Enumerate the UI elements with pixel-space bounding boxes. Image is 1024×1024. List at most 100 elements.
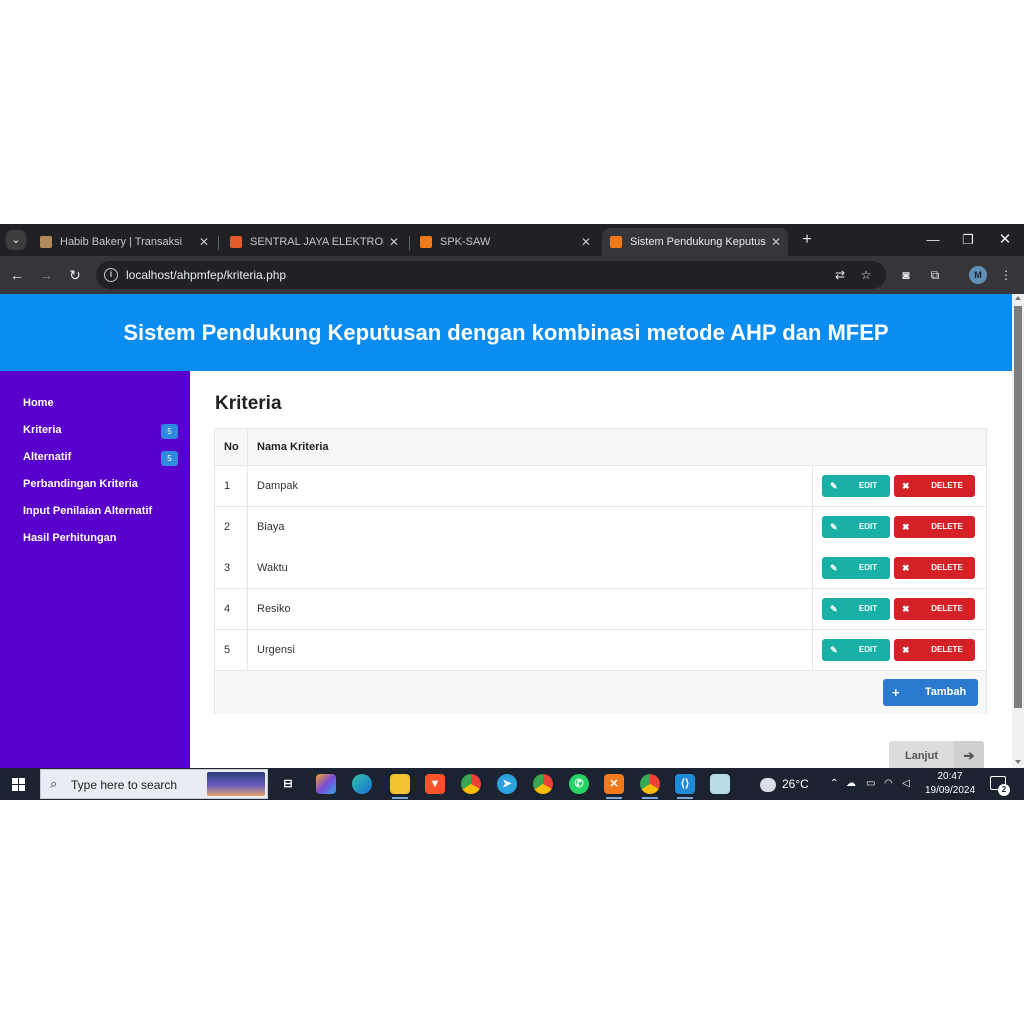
chrome-active-icon[interactable] (640, 774, 660, 794)
camera-icon[interactable]: ◙ (898, 267, 914, 283)
delete-label: DELETE (931, 481, 963, 490)
browser-tab-strip: ⌄ Habib Bakery | Transaksi ✕ SENTRAL JAY… (0, 224, 1024, 256)
weather-widget[interactable]: 26°C (760, 774, 809, 794)
delete-button[interactable]: ✖ DELETE (894, 516, 975, 538)
forward-arrow-icon[interactable]: → (37, 266, 55, 284)
flame-favicon-icon (230, 236, 242, 248)
sidebar-item-kriteria[interactable]: Kriteria (23, 424, 62, 436)
vscode-icon[interactable]: ⟨⟩ (675, 774, 695, 794)
row-nama: Waktu (257, 562, 288, 574)
taskbar-clock[interactable]: 20:47 19/09/2024 (920, 770, 980, 798)
tab-sistem-pendukung-active[interactable]: Sistem Pendukung Keputusan m ✕ (602, 228, 788, 256)
edit-pencil-icon: ✎ (830, 522, 838, 532)
bookmark-star-icon[interactable]: ☆ (858, 267, 874, 283)
telegram-icon[interactable]: ➤ (497, 774, 517, 794)
screen: ⌄ Habib Bakery | Transaksi ✕ SENTRAL JAY… (0, 224, 1024, 800)
onedrive-cloud-icon[interactable]: ☁ (846, 776, 856, 792)
running-indicator (677, 797, 693, 799)
search-icon: ⌕ (50, 776, 58, 791)
whatsapp-icon[interactable]: ✆ (569, 774, 589, 794)
edit-pencil-icon: ✎ (830, 604, 838, 614)
wifi-icon[interactable]: ◠ (884, 776, 893, 792)
table-row: 2 Biaya ✎ EDIT ✖ DELETE (215, 507, 986, 548)
windows-taskbar: ⌕ Type here to search ⊟ ▼ ➤ ✆ ✕ ⟨⟩ 26°C … (0, 768, 1024, 800)
edit-label: EDIT (858, 563, 878, 572)
chrome-icon[interactable] (461, 774, 481, 794)
delete-button[interactable]: ✖ DELETE (894, 598, 975, 620)
tab-close-icon[interactable]: ✕ (388, 228, 400, 256)
lanjut-button[interactable]: Lanjut ➔ (889, 741, 984, 768)
task-view-icon[interactable]: ⊟ (278, 774, 298, 794)
minimize-icon[interactable]: — (923, 230, 943, 250)
row-no: 3 (224, 562, 231, 574)
show-hidden-icons-chevron-icon[interactable]: ⌃ (830, 776, 838, 792)
page-viewport: Sistem Pendukung Keputusan dengan kombin… (0, 294, 1012, 768)
tab-close-icon[interactable]: ✕ (770, 228, 782, 256)
tambah-button[interactable]: + Tambah (883, 679, 978, 706)
sidebar-item-perbandingan-kriteria[interactable]: Perbandingan Kriteria (23, 478, 138, 490)
volume-icon[interactable]: ◁ (902, 776, 910, 792)
xampp-icon[interactable]: ✕ (604, 774, 624, 794)
column-header-no: No (224, 441, 239, 453)
tab-sentral-jaya[interactable]: SENTRAL JAYA ELEKTRONIK | Ho ✕ (222, 228, 406, 256)
tab-label: Sistem Pendukung Keputusan m (630, 236, 766, 248)
edit-button[interactable]: ✎ EDIT (822, 475, 890, 497)
table-row: 5 Urgensi ✎ EDIT ✖ DELETE (215, 630, 986, 671)
profile-avatar[interactable]: M (969, 266, 987, 284)
taskbar-search-box[interactable]: ⌕ Type here to search (40, 769, 268, 799)
sidebar-item-hasil-perhitungan[interactable]: Hasil Perhitungan (23, 532, 117, 544)
chrome-profile-icon[interactable] (533, 774, 553, 794)
edit-button[interactable]: ✎ EDIT (822, 598, 890, 620)
tab-search-chevron-icon[interactable]: ⌄ (6, 230, 26, 250)
address-bar[interactable]: i localhost/ahpmfep/kriteria.php ⇄ ☆ (96, 261, 886, 289)
copilot-icon[interactable] (316, 774, 336, 794)
running-indicator (606, 797, 622, 799)
tab-close-icon[interactable]: ✕ (580, 228, 592, 256)
tab-label: Habib Bakery | Transaksi (60, 236, 183, 248)
scroll-down-arrow-icon[interactable] (1015, 760, 1021, 764)
windows-start-icon[interactable] (12, 778, 26, 792)
tab-spk-saw[interactable]: SPK-SAW ✕ (412, 228, 598, 256)
tab-close-icon[interactable]: ✕ (198, 228, 210, 256)
file-explorer-icon[interactable] (390, 774, 410, 794)
scrollbar-thumb[interactable] (1014, 306, 1022, 708)
row-nama: Resiko (257, 603, 291, 615)
notepad-icon[interactable] (710, 774, 730, 794)
row-no: 5 (224, 644, 231, 656)
edit-pencil-icon: ✎ (830, 481, 838, 491)
edit-pencil-icon: ✎ (830, 645, 838, 655)
delete-label: DELETE (931, 563, 963, 572)
sidebar-item-home[interactable]: Home (23, 397, 54, 409)
row-nama: Urgensi (257, 644, 295, 656)
row-nama: Dampak (257, 480, 298, 492)
brave-icon[interactable]: ▼ (425, 774, 445, 794)
sidebar-item-alternatif[interactable]: Alternatif (23, 451, 71, 463)
back-arrow-icon[interactable]: ← (8, 266, 26, 284)
more-menu-icon[interactable]: ⋮ (998, 267, 1014, 283)
edit-button[interactable]: ✎ EDIT (822, 557, 890, 579)
scroll-up-arrow-icon[interactable] (1015, 296, 1021, 300)
delete-button[interactable]: ✖ DELETE (894, 475, 975, 497)
weather-cloud-icon (760, 777, 776, 792)
new-tab-plus-icon[interactable]: + (798, 230, 816, 250)
translate-icon[interactable]: ⇄ (832, 267, 848, 283)
extensions-icon[interactable]: ⧉ (927, 267, 943, 283)
table-header: No Nama Kriteria (215, 429, 986, 466)
site-info-icon[interactable]: i (104, 268, 118, 282)
page-scrollbar[interactable] (1012, 294, 1024, 768)
edit-button[interactable]: ✎ EDIT (822, 516, 890, 538)
edit-button[interactable]: ✎ EDIT (822, 639, 890, 661)
tab-label: SPK-SAW (440, 236, 491, 248)
header-title: Sistem Pendukung Keputusan dengan kombin… (123, 320, 889, 345)
edge-icon[interactable] (352, 774, 372, 794)
delete-button[interactable]: ✖ DELETE (894, 639, 975, 661)
sidebar-item-input-penilaian[interactable]: Input Penilaian Alternatif (23, 505, 152, 517)
page-header: Sistem Pendukung Keputusan dengan kombin… (0, 294, 1012, 371)
restore-icon[interactable]: ❐ (958, 230, 978, 250)
battery-icon[interactable]: ▭ (866, 776, 875, 792)
reload-icon[interactable]: ↻ (66, 266, 84, 284)
delete-button[interactable]: ✖ DELETE (894, 557, 975, 579)
table-row: 4 Resiko ✎ EDIT ✖ DELETE (215, 589, 986, 630)
tab-habib-bakery[interactable]: Habib Bakery | Transaksi ✕ (32, 228, 216, 256)
close-window-icon[interactable]: ✕ (995, 230, 1015, 250)
